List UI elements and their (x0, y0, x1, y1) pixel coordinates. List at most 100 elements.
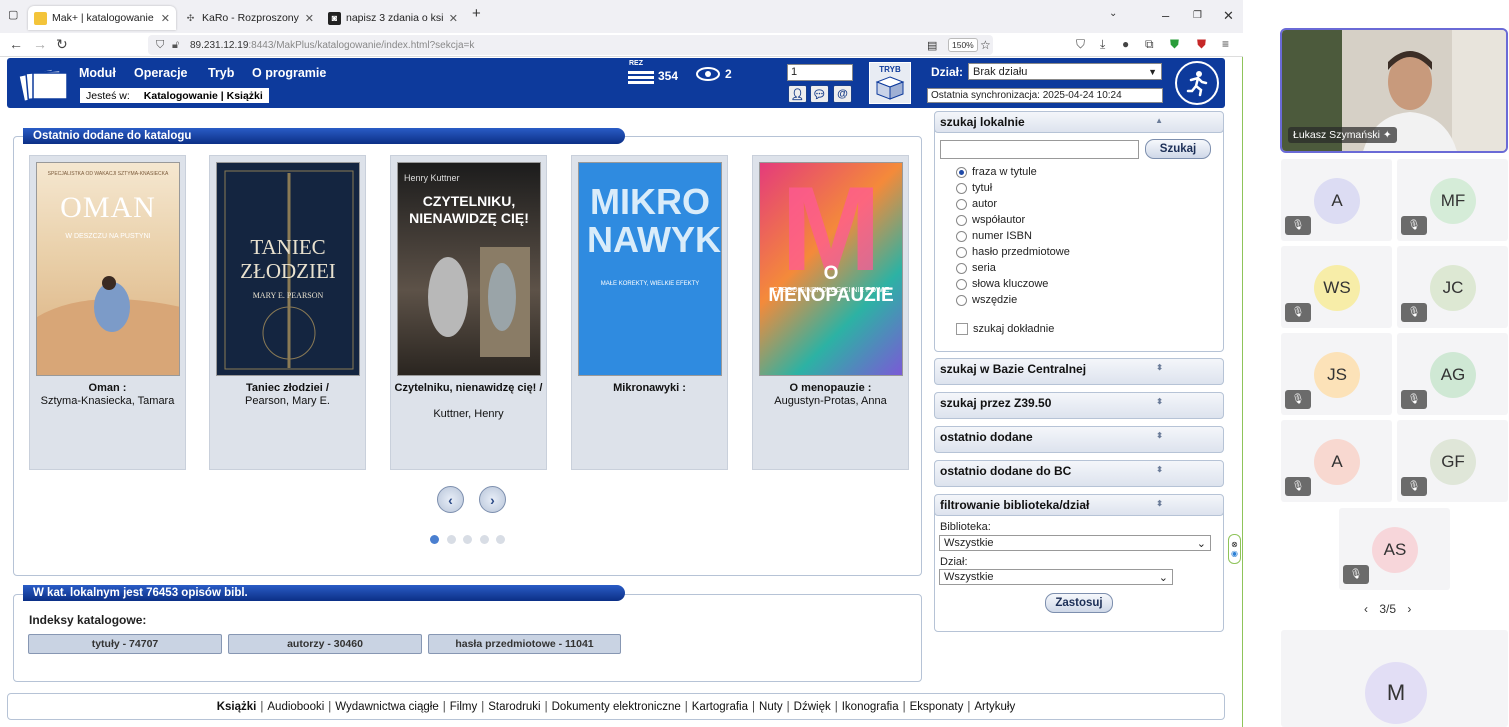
footer-link-filmy[interactable]: Filmy (450, 701, 477, 713)
chat-bubble-icon[interactable]: 💬︎ (810, 85, 829, 103)
email-at-icon[interactable]: @ (833, 85, 852, 103)
participant-tile[interactable]: GF 🎙︎ (1397, 420, 1508, 502)
carousel-next-button[interactable]: › (479, 486, 506, 513)
tab-karo[interactable]: ✣ KaRo - Rozproszony Katalog Bi ✕ (178, 6, 320, 30)
local-search-input[interactable] (940, 140, 1139, 159)
close-icon[interactable]: ✕ (161, 12, 170, 25)
footer-link-eksponaty[interactable]: Eksponaty (910, 701, 964, 713)
footer-link-kartografia[interactable]: Kartografia (692, 701, 748, 713)
section-z3950[interactable]: szukaj przez Z39.50 ⬍ (934, 392, 1224, 419)
carousel-dot[interactable] (463, 535, 472, 544)
footer-link-artykuly[interactable]: Artykuły (974, 701, 1015, 713)
tab-list-icon[interactable]: ▢ (8, 8, 18, 21)
dzial-select[interactable]: Brak działu ▼ (968, 63, 1162, 80)
chevron-left-icon[interactable]: ‹ (1364, 602, 1368, 616)
radio-haslo[interactable]: hasło przedmiotowe (956, 245, 1070, 259)
tab-chat[interactable]: ◙ napisz 3 zdania o książce rozdr ✕ (322, 6, 464, 30)
radio-wszedzie[interactable]: wszędzie (956, 293, 1017, 307)
radio-isbn[interactable]: numer ISBN (956, 229, 1032, 243)
chevron-right-icon[interactable]: › (1407, 602, 1411, 616)
adblock-icon[interactable]: ⛊ (1170, 37, 1179, 52)
book-card[interactable]: MIKRO NAWYKI MAŁE KOREKTY, WIELKIE EFEKT… (571, 155, 728, 470)
participant-tile[interactable]: AS 🎙︎ (1339, 508, 1450, 590)
extensions-icon[interactable]: ⧉ (1145, 37, 1154, 52)
reservations-counter[interactable]: REZ 354 (627, 60, 678, 86)
index-subjects-button[interactable]: hasła przedmiotowe - 11041 (428, 634, 621, 654)
footer-link-nuty[interactable]: Nuty (759, 701, 783, 713)
library-select[interactable]: Wszystkie ⌄ (939, 535, 1211, 551)
forward-icon[interactable]: → (33, 36, 47, 52)
carousel-dot[interactable] (447, 535, 456, 544)
local-search-header[interactable]: szukaj lokalnie ▲ (934, 111, 1224, 133)
footer-link-wydawnictwa[interactable]: Wydawnictwa ciągłe (335, 701, 438, 713)
minimize-icon[interactable]: – (1162, 8, 1169, 23)
address-bar[interactable]: ⛉ 🔓︎ 89.231.12.19:8443/MakPlus/katalogow… (148, 35, 993, 55)
ublock-icon[interactable]: ⛊ (1197, 37, 1206, 52)
window-close-icon[interactable]: ✕ (1223, 8, 1234, 24)
menu-o-programie[interactable]: O programie (252, 66, 326, 80)
account-icon[interactable]: ● (1122, 37, 1129, 51)
carousel-prev-button[interactable]: ‹ (437, 486, 464, 513)
radio-fraza-w-tytule[interactable]: fraza w tytule (956, 165, 1037, 179)
book-title-long[interactable]: Czytelniku, nienawidzę cię! / (393, 382, 544, 394)
reader-view-icon[interactable]: ▤ (927, 39, 937, 52)
radio-autor[interactable]: autor (956, 197, 997, 211)
footer-link-starodruki[interactable]: Starodruki (488, 701, 540, 713)
radio-slowa[interactable]: słowa kluczowe (956, 277, 1048, 291)
carousel-dot[interactable] (430, 535, 439, 544)
radio-seria[interactable]: seria (956, 261, 996, 275)
search-button[interactable]: Szukaj (1145, 139, 1211, 159)
footer-link-dokumenty[interactable]: Dokumenty elektroniczne (552, 701, 681, 713)
footer-link-ikonografia[interactable]: Ikonografia (842, 701, 899, 713)
book-cover-menopauzie[interactable]: M O MENOPAUZIE CZEGO GINEKOLOG CI NIE PO… (759, 162, 903, 376)
participant-tile[interactable]: A 🎙︎ (1281, 420, 1392, 502)
filter-header[interactable]: filtrowanie biblioteka/dział ⬍ (934, 494, 1224, 516)
participant-tile[interactable]: JS 🎙︎ (1281, 333, 1392, 415)
radio-wspolautor[interactable]: współautor (956, 213, 1025, 227)
department-select[interactable]: Wszystkie ⌄ (939, 569, 1173, 585)
footer-link-ksiazki[interactable]: Książki (217, 701, 257, 713)
tab-mak-katalogowanie[interactable]: Mak+ | katalogowanie | Książki ✕ (28, 6, 176, 30)
book-card[interactable]: TANIEC ZŁODZIEI MARY E. PEARSON Taniec z… (209, 155, 366, 470)
radio-tytul[interactable]: tytuł (956, 181, 992, 195)
footer-link-dzwiek[interactable]: Dźwięk (794, 701, 831, 713)
close-icon[interactable]: ✕ (449, 12, 458, 25)
menu-icon[interactable]: ≡ (1222, 37, 1229, 51)
bookmark-star-icon[interactable]: ☆ (980, 38, 991, 52)
footer-link-audiobooki[interactable]: Audiobooki (267, 701, 324, 713)
section-ostatnio-dodane-bc[interactable]: ostatnio dodane do BC ⬍ (934, 460, 1224, 487)
index-titles-button[interactable]: tytuły - 74707 (28, 634, 222, 654)
back-icon[interactable]: ← (9, 36, 23, 52)
pocket-icon[interactable]: ⛉ (1076, 37, 1085, 52)
menu-operacje[interactable]: Operacje (134, 66, 188, 80)
apply-filter-button[interactable]: Zastosuj (1045, 593, 1113, 613)
viewers-counter[interactable]: 2 (695, 66, 732, 82)
record-number-input[interactable]: 1 (787, 64, 853, 81)
section-ostatnio-dodane[interactable]: ostatnio dodane ⬍ (934, 426, 1224, 453)
close-icon[interactable]: ✕ (305, 12, 314, 25)
book-cover-oman[interactable]: SPECJALISTKA OD WAKACJI SZTYMA-KNASIECKA… (36, 162, 180, 376)
pin-icon[interactable]: ✦ (1383, 129, 1392, 141)
reload-icon[interactable]: ↻ (56, 36, 68, 53)
carousel-dot[interactable] (480, 535, 489, 544)
speaker-video[interactable]: Łukasz Szymański ✦ (1280, 28, 1508, 153)
book-card[interactable]: SPECJALISTKA OD WAKACJI SZTYMA-KNASIECKA… (29, 155, 186, 470)
maximize-icon[interactable]: ❐ (1193, 10, 1202, 21)
carousel-dot[interactable] (496, 535, 505, 544)
book-card[interactable]: Henry Kuttner CZYTELNIKU, NIENAWIDZĘ CIĘ… (390, 155, 547, 470)
book-cover-czytelniku[interactable]: Henry Kuttner CZYTELNIKU, NIENAWIDZĘ CIĘ… (397, 162, 541, 376)
user-icon[interactable]: 👤︎ (788, 85, 807, 103)
participant-tile[interactable]: MF 🎙︎ (1397, 159, 1508, 241)
index-authors-button[interactable]: autorzy - 30460 (228, 634, 422, 654)
participant-tile-large[interactable]: M (1281, 630, 1508, 727)
exact-search-checkbox[interactable]: szukaj dokładnie (956, 322, 1054, 336)
menu-modul[interactable]: Moduł (79, 66, 116, 80)
participant-tile[interactable]: JC 🎙︎ (1397, 246, 1508, 328)
participant-tile[interactable]: A 🎙︎ (1281, 159, 1392, 241)
book-cover-taniec[interactable]: TANIEC ZŁODZIEI MARY E. PEARSON (216, 162, 360, 376)
tryb-button[interactable]: TRYB (869, 62, 911, 104)
side-toggle-handle[interactable]: ⊗ ◉ (1228, 534, 1241, 564)
download-icon[interactable]: ⤓ (1100, 37, 1105, 52)
participant-tile[interactable]: WS 🎙︎ (1281, 246, 1392, 328)
zoom-level[interactable]: 150% (948, 38, 978, 52)
